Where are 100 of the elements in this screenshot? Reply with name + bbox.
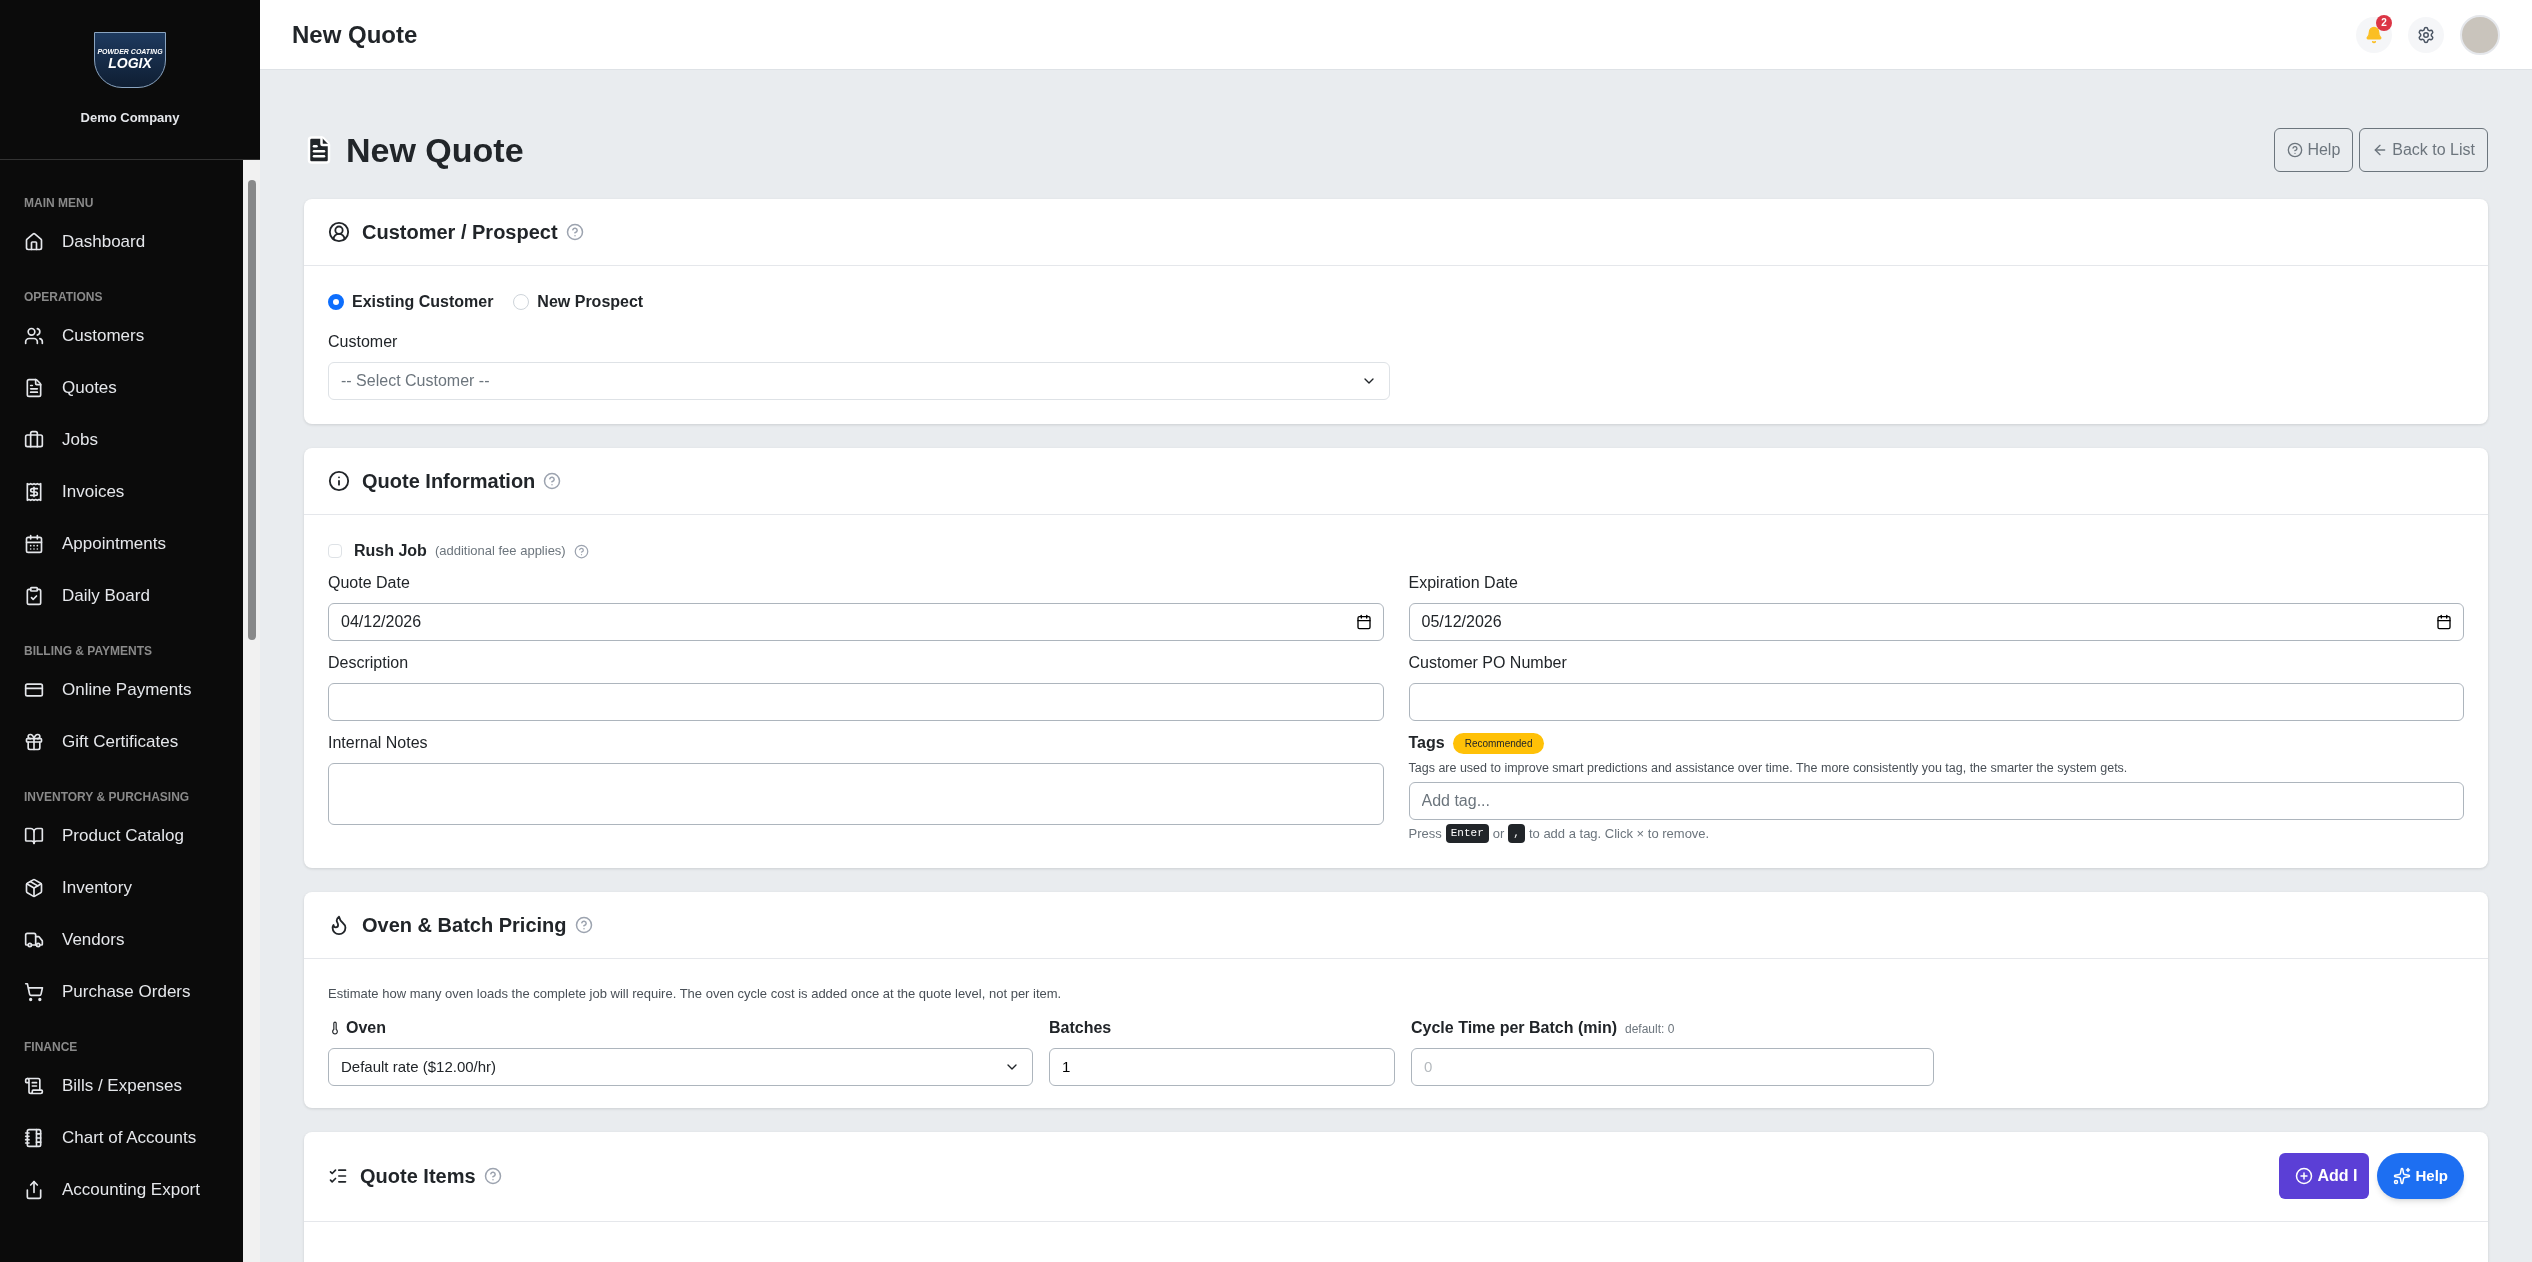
sidebar-item[interactable]: Product Catalog xyxy=(24,810,243,862)
field-label: Quote Date xyxy=(328,573,411,593)
sidebar-item[interactable]: Bills / Expenses xyxy=(24,1060,243,1112)
help-icon[interactable] xyxy=(565,223,584,241)
clipboard-check-icon xyxy=(24,586,44,606)
field-label: Expiration Date xyxy=(1408,573,1519,593)
ledger-icon xyxy=(24,1076,44,1096)
field-label: Internal Notes xyxy=(328,733,429,753)
radio-option[interactable]: Existing Customer xyxy=(328,290,494,314)
card-title: Quote Items xyxy=(360,1164,476,1190)
help-icon[interactable] xyxy=(483,1167,502,1186)
sidebar-item[interactable]: Appointments xyxy=(24,518,243,570)
calendar-icon[interactable] xyxy=(2436,614,2452,630)
sidebar-item[interactable]: Vendors xyxy=(24,914,243,966)
home-icon xyxy=(24,232,44,252)
bell-icon xyxy=(2365,25,2383,44)
radio-button[interactable] xyxy=(328,294,344,310)
rush-label: Rush Job xyxy=(354,541,427,561)
notification-badge: 2 xyxy=(2376,14,2392,31)
sidebar-item[interactable]: Invoices xyxy=(24,466,243,518)
field-label: Customer PO Number xyxy=(1408,653,1568,673)
sidebar-item[interactable]: Chart of Accounts xyxy=(24,1112,243,1164)
sidebar-item[interactable]: Dashboard xyxy=(24,216,243,268)
tags-hint: Tags are used to improve smart predictions and assistance over time. The more consistently you tag, the smarter the system gets. xyxy=(1408,760,2129,777)
help-icon[interactable] xyxy=(573,543,589,559)
calendar-icon xyxy=(24,534,44,554)
sidebar-item[interactable]: Inventory xyxy=(24,862,243,914)
default-note: default: 0 xyxy=(1625,1020,1675,1038)
book-icon xyxy=(24,826,44,846)
notifications-button[interactable]: 2 xyxy=(2356,16,2392,53)
avatar[interactable] xyxy=(2460,14,2500,55)
export-icon xyxy=(24,1180,44,1200)
input-field[interactable] xyxy=(328,683,1384,721)
help-icon[interactable] xyxy=(543,472,562,490)
field-label: Batches xyxy=(1049,1017,1113,1038)
section-heading: BILLING & PAYMENTS xyxy=(24,643,153,660)
sidebar-item[interactable]: Accounting Export xyxy=(24,1164,243,1216)
sidebar-item[interactable]: Customers xyxy=(24,310,243,362)
customer-select[interactable]: -- Select Customer -- xyxy=(328,362,1390,400)
gift-icon xyxy=(24,732,44,752)
back-button[interactable]: Back to List xyxy=(2359,128,2488,172)
receipt-icon xyxy=(24,482,44,502)
help-icon xyxy=(2287,142,2304,158)
settings-icon xyxy=(2417,25,2435,44)
sidebar-item[interactable]: Online Payments xyxy=(24,664,243,716)
input-field[interactable] xyxy=(1408,683,2464,721)
card-title: Quote Information xyxy=(362,469,536,494)
info-icon xyxy=(328,470,350,492)
radio-option[interactable]: New Prospect xyxy=(513,290,644,314)
user-circle-icon xyxy=(328,221,350,243)
field-label: Description xyxy=(328,653,410,673)
rush-note: (additional fee applies) xyxy=(434,542,566,561)
floating-help-button[interactable]: Help xyxy=(2377,1153,2464,1200)
plus-circle-icon xyxy=(2295,1167,2314,1186)
key-label: , xyxy=(1508,824,1525,843)
card-title: Customer / Prospect xyxy=(362,220,558,245)
box-icon xyxy=(24,878,44,898)
company-name: Demo Company xyxy=(80,108,180,127)
card-title: Oven & Batch Pricing xyxy=(362,913,567,939)
header-title: New Quote xyxy=(292,19,418,50)
date-field[interactable]: 04/12/2026 xyxy=(328,603,1384,641)
briefcase-icon xyxy=(24,430,44,450)
field-label: Oven xyxy=(346,1017,386,1038)
sparkles-icon xyxy=(2393,1167,2412,1186)
add-item-button[interactable]: Add I xyxy=(2279,1153,2370,1200)
section-heading: OPERATIONS xyxy=(24,289,104,306)
batches-field[interactable]: 1 xyxy=(1049,1047,1395,1086)
key-label: Enter xyxy=(1445,824,1489,843)
date-field[interactable]: 05/12/2026 xyxy=(1408,603,2464,641)
tags-help-text: Press xyxy=(1408,824,1442,843)
field-label: Cycle Time per Batch (min) xyxy=(1411,1017,1617,1038)
document-icon xyxy=(24,378,44,398)
cart-icon xyxy=(24,982,44,1002)
oven-description: Estimate how many oven loads the complete job will require. The oven cycle cost is added once at the quote level, not per item. xyxy=(328,985,1063,1004)
notebook-icon xyxy=(24,1128,44,1148)
notes-field[interactable] xyxy=(328,763,1384,825)
settings-button[interactable] xyxy=(2408,16,2444,53)
tags-help-text: to add a tag. Click × to remove. xyxy=(1528,824,1710,843)
recommended-badge: Recommended xyxy=(1452,732,1545,754)
sidebar-item[interactable]: Purchase Orders xyxy=(24,966,243,1018)
oven-select[interactable]: Default rate ($12.00/hr) xyxy=(328,1047,1033,1086)
sidebar-item[interactable]: Daily Board xyxy=(24,570,243,622)
tag-input[interactable]: Add tag... xyxy=(1408,781,2464,820)
truck-icon xyxy=(24,930,44,950)
page-title: New Quote xyxy=(346,129,524,171)
cycle-time-field[interactable]: 0 xyxy=(1411,1047,1934,1086)
people-icon xyxy=(24,326,44,346)
field-label: Tags xyxy=(1408,733,1445,753)
section-heading: FINANCE xyxy=(24,1039,79,1056)
rush-checkbox[interactable] xyxy=(328,544,342,558)
sidebar-item[interactable]: Quotes xyxy=(24,362,243,414)
sidebar-item[interactable]: Gift Certificates xyxy=(24,716,243,768)
calendar-icon[interactable] xyxy=(1355,614,1372,630)
tags-help-text: or xyxy=(1492,824,1505,843)
section-heading: INVENTORY & PURCHASING xyxy=(24,789,191,806)
help-icon[interactable] xyxy=(574,916,593,935)
section-heading: MAIN MENU xyxy=(24,195,95,212)
sidebar-item[interactable]: Jobs xyxy=(24,414,243,466)
help-button[interactable]: Help xyxy=(2274,128,2354,172)
credit-card-icon xyxy=(24,680,44,700)
